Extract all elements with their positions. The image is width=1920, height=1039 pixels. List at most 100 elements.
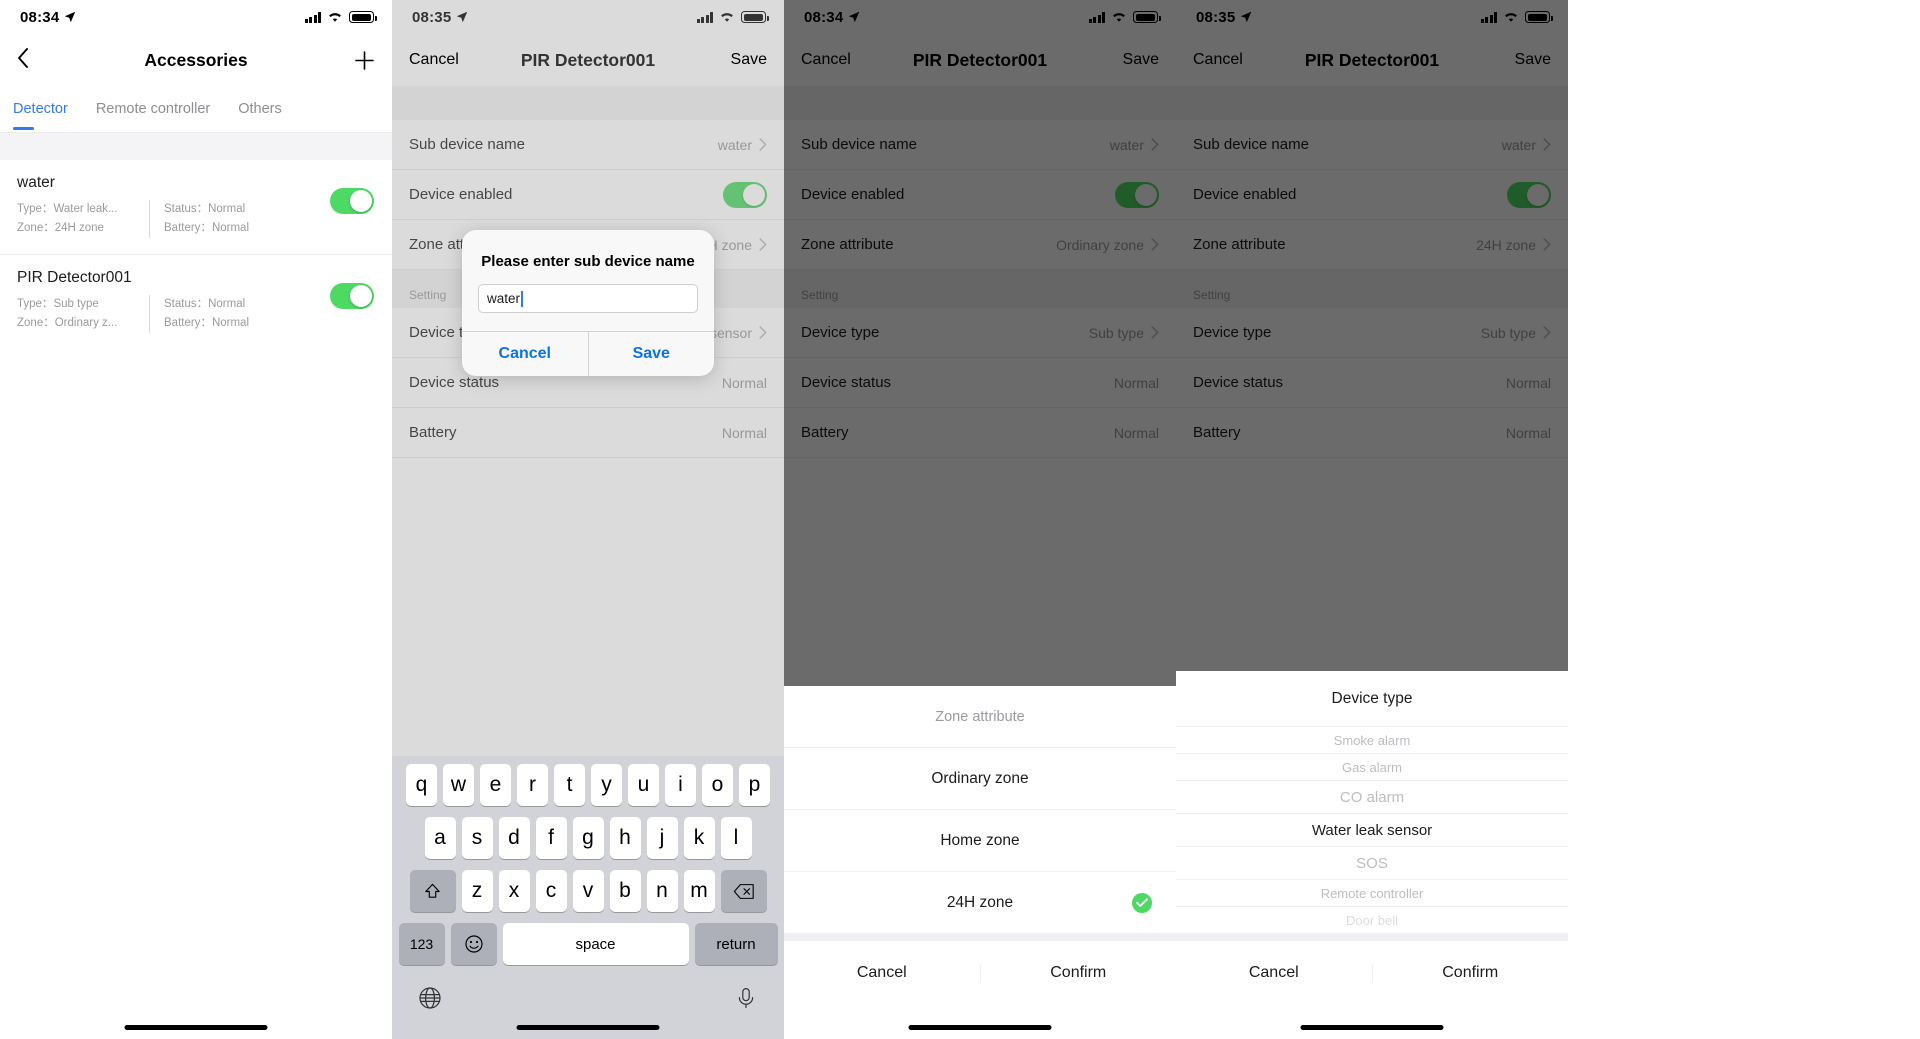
status-time: 08:34 [20, 8, 60, 26]
battery-value: Normal [211, 222, 249, 234]
sheet-option-sos[interactable]: SOS [1176, 847, 1568, 880]
cancel-button[interactable]: Cancel [1193, 51, 1243, 69]
emoji-key[interactable] [450, 923, 497, 965]
key-m[interactable]: m [683, 870, 715, 912]
globe-icon[interactable] [418, 986, 442, 1010]
zone-label: Zone： [17, 222, 55, 234]
tab-remote-controller[interactable]: Remote controller [82, 86, 224, 132]
status-value: Normal [208, 203, 246, 215]
key-c[interactable]: c [535, 870, 567, 912]
smiley-face-icon [464, 935, 483, 953]
list-item[interactable]: water Type：Water leak... Zone：24H zone S… [0, 160, 392, 254]
tab-others[interactable]: Others [224, 86, 296, 132]
backspace-icon [733, 883, 754, 899]
key-e[interactable]: e [480, 764, 511, 806]
device-enable-toggle[interactable] [330, 188, 374, 214]
sheet-cancel-button[interactable]: Cancel [784, 964, 980, 982]
key-q[interactable]: q [406, 764, 437, 806]
sheet-option-smoke-alarm[interactable]: Smoke alarm [1176, 727, 1568, 754]
key-u[interactable]: u [628, 764, 659, 806]
save-button[interactable]: Save [1123, 51, 1159, 69]
keyboard-row-1: q w e r t y u i o p [392, 764, 784, 806]
key-d[interactable]: d [498, 817, 530, 859]
panel-device-type-picker: 08:35 Cancel PIR Detector001 Save Sub de… [1176, 0, 1568, 1039]
key-z[interactable]: z [461, 870, 493, 912]
key-p[interactable]: p [739, 764, 770, 806]
save-button[interactable]: Save [1515, 51, 1551, 69]
list-separator [0, 132, 392, 160]
sheet-option-gas-alarm[interactable]: Gas alarm [1176, 754, 1568, 781]
cancel-button[interactable]: Cancel [409, 51, 459, 69]
sheet-option-water-leak-sensor[interactable]: Water leak sensor [1176, 814, 1568, 847]
rename-dialog: Please enter sub device name water Cance… [462, 230, 714, 376]
sheet-option-co-alarm[interactable]: CO alarm [1176, 781, 1568, 814]
sheet-option-label: Gas alarm [1342, 759, 1402, 775]
save-button[interactable]: Save [731, 51, 767, 69]
key-j[interactable]: j [646, 817, 678, 859]
sheet-option-remote-controller[interactable]: Remote controller [1176, 880, 1568, 907]
sheet-title: Device type [1176, 671, 1568, 727]
sheet-option-home-zone[interactable]: Home zone [784, 810, 1176, 872]
sheet-option-24h-zone[interactable]: 24H zone [784, 872, 1176, 934]
numbers-key[interactable]: 123 [398, 923, 445, 965]
device-type-sheet: Device type Smoke alarm Gas alarm CO ala… [1176, 671, 1568, 1039]
device-meta-left: Type：Sub type Zone：Ordinary z... [17, 295, 149, 333]
sheet-confirm-button[interactable]: Confirm [1371, 964, 1569, 982]
sheet-option-label: Smoke alarm [1333, 732, 1411, 748]
keyboard-bottom-row [392, 976, 784, 1010]
type-value: Sub type [53, 298, 99, 310]
status-left: 08:34 [20, 9, 76, 26]
shift-key[interactable] [409, 870, 456, 912]
list-item[interactable]: PIR Detector001 Type：Sub type Zone：Ordin… [0, 254, 392, 349]
backspace-key[interactable] [720, 870, 767, 912]
key-w[interactable]: w [443, 764, 474, 806]
key-l[interactable]: l [720, 817, 752, 859]
dialog-save-button[interactable]: Save [587, 332, 715, 376]
space-key[interactable]: space [502, 923, 689, 965]
key-h[interactable]: h [609, 817, 641, 859]
key-n[interactable]: n [646, 870, 678, 912]
key-s[interactable]: s [461, 817, 493, 859]
type-value: Water leak... [53, 203, 118, 215]
page-title: Accessories [144, 49, 248, 70]
plus-icon [355, 50, 374, 70]
return-key[interactable]: return [694, 923, 778, 965]
key-f[interactable]: f [535, 817, 567, 859]
cancel-button[interactable]: Cancel [801, 51, 851, 69]
zone-value: Ordinary z... [54, 317, 118, 329]
software-keyboard: q w e r t y u i o p a s d f g h j k l z … [392, 756, 784, 1039]
key-i[interactable]: i [665, 764, 696, 806]
sheet-option-label: SOS [1356, 854, 1388, 872]
sheet-divider [784, 934, 1176, 941]
sheet-option-label: Water leak sensor [1311, 821, 1433, 839]
panel-zone-attribute-picker: 08:34 Cancel PIR Detector001 Save Sub de… [784, 0, 1176, 1039]
status-label: Status： [164, 203, 209, 215]
dialog-cancel-button[interactable]: Cancel [462, 332, 588, 376]
sheet-confirm-button[interactable]: Confirm [979, 964, 1177, 982]
shift-arrow-icon [425, 883, 440, 898]
sheet-cancel-button[interactable]: Cancel [1176, 964, 1372, 982]
back-button[interactable] [17, 47, 29, 73]
sheet-option-door-bell[interactable]: Door bell [1176, 907, 1568, 934]
key-t[interactable]: t [554, 764, 585, 806]
key-g[interactable]: g [572, 817, 604, 859]
key-y[interactable]: y [591, 764, 622, 806]
key-b[interactable]: b [609, 870, 641, 912]
device-enable-toggle[interactable] [330, 283, 374, 309]
home-indicator [908, 1025, 1052, 1030]
tab-detector[interactable]: Detector [13, 86, 82, 132]
key-v[interactable]: v [572, 870, 604, 912]
panel-device-detail-rename: 08:35 Cancel PIR Detector001 Save Sub de… [392, 0, 784, 1039]
key-a[interactable]: a [424, 817, 456, 859]
sheet-option-ordinary-zone[interactable]: Ordinary zone [784, 748, 1176, 810]
key-x[interactable]: x [498, 870, 530, 912]
microphone-icon[interactable] [734, 986, 758, 1010]
sub-device-name-input[interactable]: water [478, 284, 698, 313]
key-o[interactable]: o [702, 764, 733, 806]
type-label: Type： [17, 298, 54, 310]
sheet-footer-space [784, 1005, 1176, 1039]
type-label: Type： [17, 203, 54, 215]
key-k[interactable]: k [683, 817, 715, 859]
key-r[interactable]: r [517, 764, 548, 806]
add-accessory-button[interactable] [354, 50, 375, 71]
